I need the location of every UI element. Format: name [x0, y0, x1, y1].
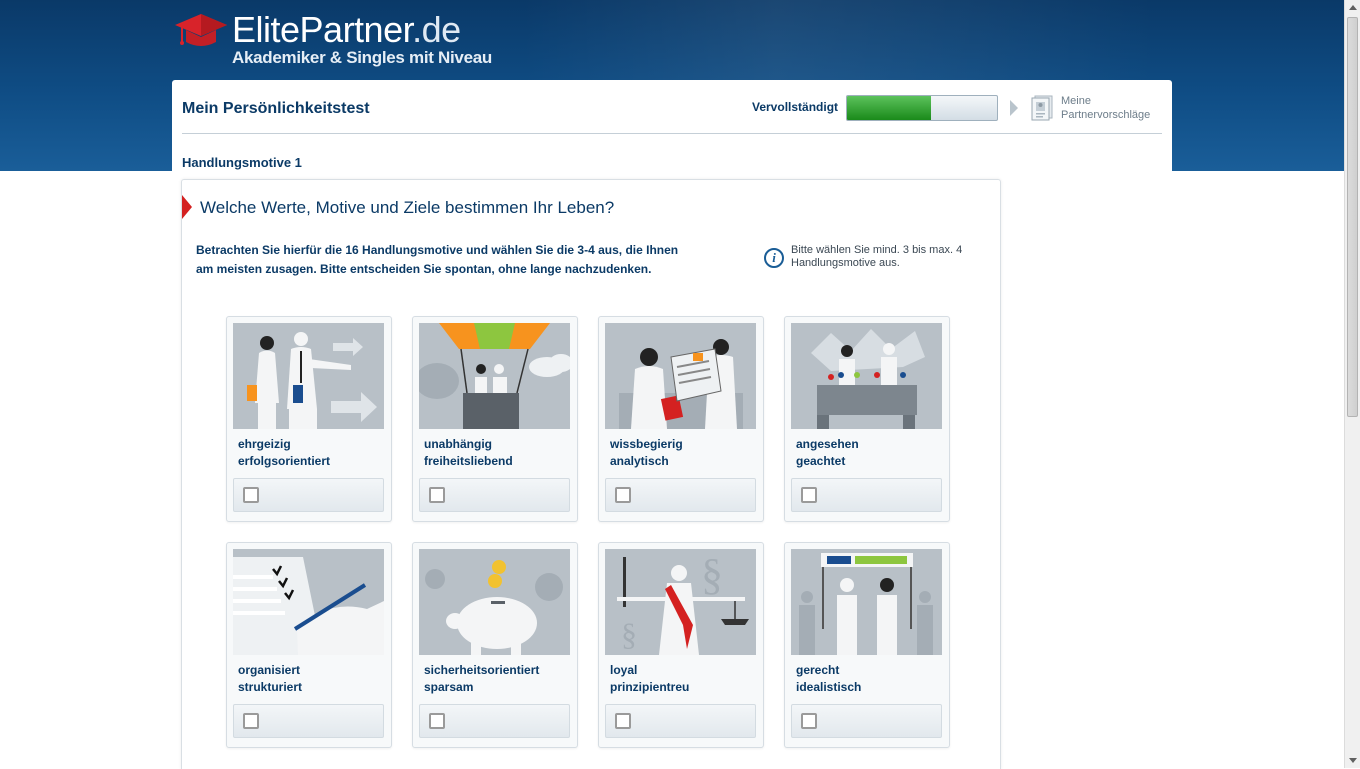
motive-line2: erfolgsorientiert	[238, 454, 331, 468]
content-panel: Mein Persönlichkeitstest Vervollständigt…	[172, 80, 1172, 769]
motive-checkbox[interactable]	[615, 487, 631, 503]
motive-illustration-checklist	[233, 549, 384, 655]
motive-line1: ehrgeizig	[238, 437, 291, 451]
motive-label: organisiert strukturiert	[238, 662, 302, 696]
question-instruction: Betrachten Sie hierfür die 16 Handlungsm…	[196, 241, 696, 279]
motive-illustration-balloon	[419, 323, 570, 429]
question-title: Welche Werte, Motive und Ziele bestimmen…	[200, 198, 615, 217]
motive-line1: organisiert	[238, 663, 301, 677]
graduation-cap-icon	[175, 14, 227, 46]
motive-line2: sparsam	[424, 680, 474, 694]
next-step-link[interactable]: Meine Partnervorschläge	[1061, 94, 1150, 122]
page-title: Mein Persönlichkeitstest	[182, 100, 370, 117]
site-logo[interactable]: ElitePartner.de Akademiker & Singles mit…	[174, 8, 504, 72]
motive-checkbox[interactable]	[615, 713, 631, 729]
next-step-line1: Meine	[1061, 95, 1091, 107]
scroll-down-icon[interactable]	[1345, 752, 1360, 768]
motive-illustration-justitia: § §	[605, 549, 756, 655]
motive-illustration-piggybank	[419, 549, 570, 655]
hint-line1: Bitte wählen Sie mind. 3 bis max. 4	[791, 244, 963, 256]
motive-label: sicherheitsorientiert sparsam	[424, 662, 539, 696]
next-step-line2: Partnervorschläge	[1061, 109, 1151, 121]
question-marker-icon	[182, 195, 192, 219]
motive-line2: prinzipientreu	[610, 680, 690, 694]
checkbox-bar[interactable]	[233, 478, 384, 512]
vertical-scrollbar[interactable]	[1344, 0, 1360, 768]
checkbox-bar[interactable]	[605, 478, 756, 512]
motive-checkbox[interactable]	[801, 487, 817, 503]
instruction-line2: am meisten zusagen. Bitte entscheiden Si…	[196, 262, 652, 276]
checkbox-bar[interactable]	[605, 704, 756, 738]
svg-text:§: §	[621, 616, 637, 652]
motive-label: ehrgeizig erfolgsorientiert	[238, 436, 330, 470]
motive-line2: strukturiert	[238, 680, 303, 694]
motive-checkbox[interactable]	[429, 713, 445, 729]
motive-tile-angesehen[interactable]: angesehen geachtet	[784, 316, 950, 522]
progress-label: Vervollständigt	[752, 100, 839, 114]
checkbox-bar[interactable]	[233, 704, 384, 738]
instruction-line1: Betrachten Sie hierfür die 16 Handlungsm…	[196, 243, 679, 257]
motive-label: wissbegierig analytisch	[610, 436, 683, 470]
motive-checkbox[interactable]	[243, 713, 259, 729]
motive-tile-unabhaengig[interactable]: unabhängig freiheitsliebend	[412, 316, 578, 522]
motive-tile-wissbegierig[interactable]: wissbegierig analytisch	[598, 316, 764, 522]
motive-line2: freiheitsliebend	[424, 454, 513, 468]
brand-main: ElitePartner	[232, 9, 413, 50]
motive-tile-ehrgeizig[interactable]: ehrgeizig erfolgsorientiert	[226, 316, 392, 522]
motive-illustration-newspaper	[605, 323, 756, 429]
info-icon: i	[764, 248, 784, 268]
progress-bar	[846, 95, 998, 121]
divider	[182, 133, 1162, 134]
motive-line1: gerecht	[796, 663, 840, 677]
motive-illustration-protest	[791, 549, 942, 655]
scroll-up-icon[interactable]	[1345, 0, 1360, 16]
brand-domain: .de	[412, 9, 461, 50]
motive-checkbox[interactable]	[801, 713, 817, 729]
motive-label: gerecht idealistisch	[796, 662, 861, 696]
profile-card-icon[interactable]	[1031, 95, 1053, 121]
motive-checkbox[interactable]	[429, 487, 445, 503]
motive-illustration-speakers	[791, 323, 942, 429]
motive-tile-sicherheitsorientiert[interactable]: sicherheitsorientiert sparsam	[412, 542, 578, 748]
svg-text:§: §	[701, 550, 723, 599]
motive-tile-gerecht[interactable]: gerecht idealistisch	[784, 542, 950, 748]
step-arrow-icon	[1010, 100, 1018, 116]
motive-line2: idealistisch	[796, 680, 862, 694]
motive-illustration-ambition	[233, 323, 384, 429]
motive-line1: wissbegierig	[610, 437, 683, 451]
motive-checkbox[interactable]	[243, 487, 259, 503]
selection-hint: Bitte wählen Sie mind. 3 bis max. 4 Hand…	[791, 244, 991, 270]
brand-slogan: Akademiker & Singles mit Niveau	[232, 48, 492, 67]
progress-fill	[847, 96, 931, 120]
motive-line1: unabhängig	[424, 437, 492, 451]
scrollbar-thumb[interactable]	[1347, 17, 1358, 417]
motive-tile-organisiert[interactable]: organisiert strukturiert	[226, 542, 392, 748]
checkbox-bar[interactable]	[419, 478, 570, 512]
motive-tile-loyal[interactable]: § § loyal prinzipientreu	[598, 542, 764, 748]
brand-name: ElitePartner.de	[232, 10, 461, 50]
motive-label: angesehen geachtet	[796, 436, 859, 470]
checkbox-bar[interactable]	[419, 704, 570, 738]
motive-line1: loyal	[610, 663, 638, 677]
checkbox-bar[interactable]	[791, 704, 942, 738]
motive-line2: geachtet	[796, 454, 846, 468]
checkbox-bar[interactable]	[791, 478, 942, 512]
motive-line1: sicherheitsorientiert	[424, 663, 540, 677]
motive-line2: analytisch	[610, 454, 669, 468]
section-title: Handlungsmotive 1	[182, 155, 302, 170]
motive-label: unabhängig freiheitsliebend	[424, 436, 513, 470]
hint-line2: Handlungsmotive aus.	[791, 257, 900, 269]
motive-line1: angesehen	[796, 437, 859, 451]
question-card: Welche Werte, Motive und Ziele bestimmen…	[181, 179, 1001, 769]
motive-label: loyal prinzipientreu	[610, 662, 689, 696]
